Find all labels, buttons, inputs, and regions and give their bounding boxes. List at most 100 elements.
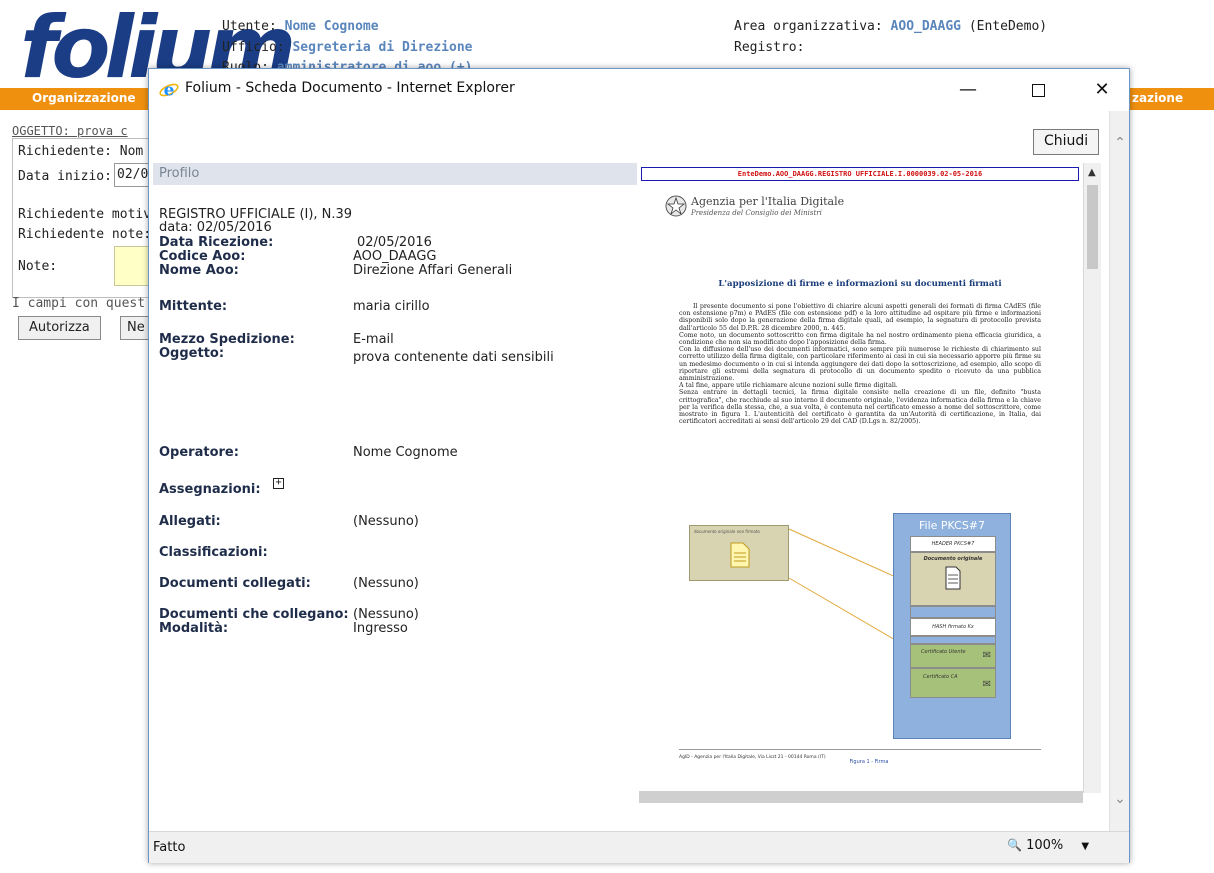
codice-aoo-label: Codice Aoo: xyxy=(159,249,246,264)
maximize-button[interactable] xyxy=(1015,69,1061,111)
campi-note: I campi con quest xyxy=(12,296,146,311)
second-button[interactable]: Ne xyxy=(120,316,150,340)
zoom-control[interactable]: 🔍 100% ▼ xyxy=(1007,838,1089,858)
registro-label: Registro: xyxy=(734,40,805,55)
oggetto-line[interactable]: OGGETTO: prova c xyxy=(12,124,128,138)
richiedente-motivo: Richiedente motiv xyxy=(18,207,152,222)
expand-plus-icon[interactable]: + xyxy=(273,478,284,489)
autorizza-button[interactable]: Autorizza xyxy=(18,316,101,340)
allegati-value: (Nessuno) xyxy=(353,514,419,529)
footer-rule xyxy=(679,749,1041,750)
note-textarea[interactable] xyxy=(114,246,152,286)
mezzo-spedizione-value: E-mail xyxy=(353,332,394,347)
data-ricezione-label: Data Ricezione: xyxy=(159,235,274,250)
document-popup-window: e Folium - Scheda Documento - Internet E… xyxy=(148,68,1130,863)
richiedente-note: Richiedente note: xyxy=(18,227,152,242)
pdf-footer: AgID - Agenzia per l'Italia Digitale, Vi… xyxy=(679,755,826,760)
pkcs7-doc-label: Documento originale xyxy=(923,556,983,562)
user-line: Utente: Nome Cognome xyxy=(222,19,379,34)
certificate-icon: ✉ xyxy=(982,650,991,661)
pkcs7-header: HEADER PKCS#7 xyxy=(910,536,996,552)
window-title: Folium - Scheda Documento - Internet Exp… xyxy=(185,80,515,96)
area-value: AOO_DAAGG xyxy=(890,19,961,34)
nome-aoo-value: Direzione Affari Generali xyxy=(353,263,513,278)
documenti-che-collegano-label: Documenti che collegano: xyxy=(159,607,349,622)
user-label: Utente: xyxy=(222,19,277,34)
profilo-header: Profilo xyxy=(153,163,637,185)
operatore-value: Nome Cognome xyxy=(353,445,458,460)
profilo-title: Profilo xyxy=(159,166,200,181)
nome-aoo-label: Nome Aoo: xyxy=(159,263,239,278)
status-bar: Fatto 🔍 100% ▼ xyxy=(149,831,1129,863)
pkcs7-document: Documento originale xyxy=(910,552,996,606)
document-content: Chiudi Profilo REGISTRO UFFICIALE (I), N… xyxy=(149,111,1111,831)
maximize-icon xyxy=(1031,83,1045,97)
chiudi-button[interactable]: Chiudi xyxy=(1033,129,1100,155)
close-icon: ✕ xyxy=(1094,79,1110,100)
modalita-value: Ingresso xyxy=(353,621,408,636)
data-ricezione-value: 02/05/2016 xyxy=(357,235,432,250)
status-text: Fatto xyxy=(153,840,186,855)
user-value: Nome Cognome xyxy=(284,19,379,34)
documenti-collegati-value: (Nessuno) xyxy=(353,576,419,591)
registro-line: Registro: xyxy=(734,40,804,55)
registro-date: data: 02/05/2016 xyxy=(159,220,272,235)
scroll-up-chevron-icon[interactable]: ⌃ xyxy=(1112,135,1128,151)
data-inizio-label: Data inizio: xyxy=(18,169,112,184)
document-icon xyxy=(730,542,750,568)
oggetto-label: Oggetto: xyxy=(159,346,225,361)
area-line: Area organizzativa: AOO_DAAGG (EnteDemo) xyxy=(734,19,1047,34)
operatore-label: Operatore: xyxy=(159,445,239,460)
minimize-icon: — xyxy=(959,79,977,100)
pdf-viewer[interactable]: EnteDemo.AOO_DAAGG.REGISTRO UFFICIALE.I.… xyxy=(639,163,1109,823)
area-label: Area organizzativa: xyxy=(734,19,883,34)
codice-aoo-value: AOO_DAAGG xyxy=(353,249,437,264)
scroll-up-arrow-icon[interactable]: ▲ xyxy=(1088,167,1096,178)
close-window-button[interactable]: ✕ xyxy=(1079,69,1125,111)
pkcs7-spacer-2 xyxy=(910,636,996,644)
cert-ca-label: Certificato CA xyxy=(923,674,958,680)
pdf-vertical-scrollbar[interactable]: ▲ xyxy=(1083,163,1101,793)
note-label: Note: xyxy=(18,259,58,274)
zoom-dropdown-icon[interactable]: ▼ xyxy=(1081,841,1089,852)
minimize-button[interactable]: — xyxy=(945,69,991,111)
title-bar[interactable]: e Folium - Scheda Documento - Internet E… xyxy=(149,69,1129,111)
cert-user-label: Certificato Utente xyxy=(921,649,966,655)
data-inizio-input[interactable]: 02/0 xyxy=(114,163,152,187)
office-label: Ufficio: xyxy=(222,40,285,55)
office-line: Ufficio: Segreteria di Direzione xyxy=(222,40,472,55)
richiedente-text: Richiedente: Nom xyxy=(18,144,144,159)
documenti-collegati-label: Documenti collegati: xyxy=(159,576,311,591)
mittente-value: maria cirillo xyxy=(353,299,430,314)
oggetto-value: prova contenente dati sensibili xyxy=(353,350,554,365)
classificazioni-label: Classificazioni: xyxy=(159,545,268,560)
area-suffix: (EnteDemo) xyxy=(968,19,1048,34)
mittente-label: Mittente: xyxy=(159,299,228,314)
pkcs7-title: File PKCS#7 xyxy=(918,519,986,532)
pkcs7-hash: HASH firmato Kx xyxy=(910,618,996,636)
zoom-magnifier-icon: 🔍 xyxy=(1007,838,1022,852)
scroll-down-chevron-icon[interactable]: ⌄ xyxy=(1112,791,1128,807)
pkcs7-cert-ca: Certificato CA ✉ xyxy=(910,668,996,698)
tab-organizzazione[interactable]: Organizzazione xyxy=(32,91,136,105)
pkcs7-spacer xyxy=(910,606,996,618)
documenti-che-collegano-value: (Nessuno) xyxy=(353,607,419,622)
signed-document-icon xyxy=(945,566,961,590)
zoom-level: 100% xyxy=(1026,838,1064,853)
original-document-figure: documento originale non firmato xyxy=(689,525,789,581)
figure-connector-lines xyxy=(788,528,910,649)
window-vertical-scrollbar[interactable]: ⌃ ⌄ xyxy=(1109,111,1129,831)
pkcs7-figure: File PKCS#7 HEADER PKCS#7 Documento orig… xyxy=(893,513,1011,739)
tab-right[interactable]: zazione xyxy=(1132,91,1183,105)
allegati-label: Allegati: xyxy=(159,514,221,529)
pdf-scroll-thumb[interactable] xyxy=(1087,185,1098,269)
original-doc-caption: documento originale non firmato xyxy=(694,529,760,534)
certificate-icon: ✉ xyxy=(982,679,991,690)
modalita-label: Modalità: xyxy=(159,621,229,636)
pkcs7-cert-user: Certificato Utente ✉ xyxy=(910,644,996,668)
ie-icon: e xyxy=(159,81,179,100)
pdf-horizontal-bar xyxy=(639,791,1083,803)
office-value: Segreteria di Direzione xyxy=(292,40,473,55)
assegnazioni-label: Assegnazioni: xyxy=(159,482,261,497)
mezzo-spedizione-label: Mezzo Spedizione: xyxy=(159,332,295,347)
